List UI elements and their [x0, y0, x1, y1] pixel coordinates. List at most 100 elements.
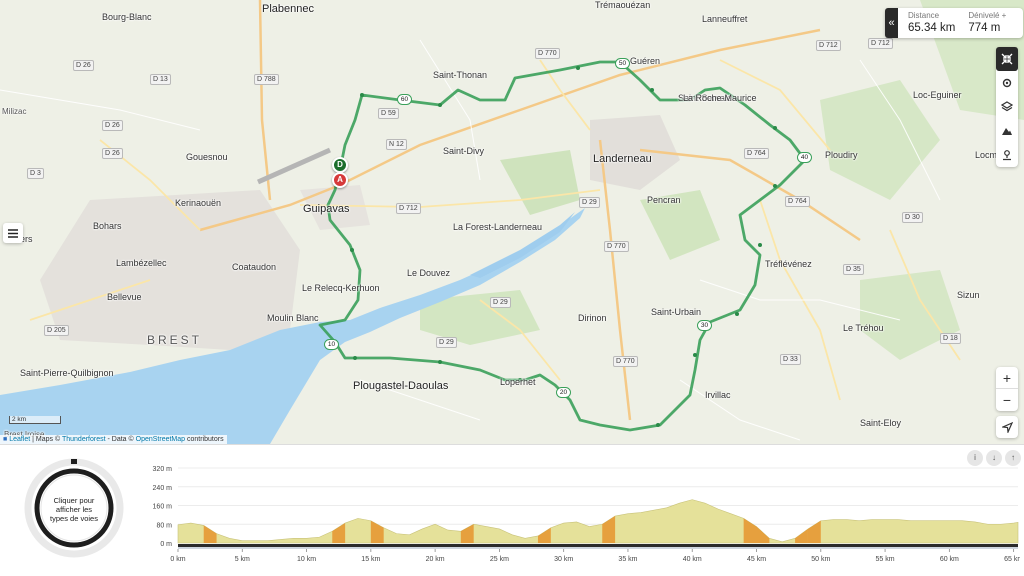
- place-label: Bohars: [93, 221, 122, 231]
- place-label: Saint-Eloy: [860, 418, 902, 428]
- road-label: D 29: [579, 197, 600, 208]
- road-label: D 13: [150, 74, 171, 85]
- map-attribution: ■ Leaflet | Maps © Thunderforest - Data …: [0, 435, 227, 444]
- elevation-label: Dénivelé +: [968, 11, 1007, 20]
- steep-segment: [460, 524, 474, 543]
- mountain-icon[interactable]: [996, 119, 1018, 143]
- x-tick-label: 30 km: [554, 556, 573, 563]
- place-label: Pencran: [647, 195, 681, 205]
- distance-stat: Distance 65.34 km: [898, 8, 960, 38]
- km-marker: 30: [697, 320, 712, 331]
- zoom-out-button[interactable]: −: [996, 389, 1018, 411]
- road-label: D 29: [436, 337, 457, 348]
- steep-segment: [537, 527, 551, 543]
- place-label: Loperhet: [500, 377, 536, 387]
- road-label: D 712: [816, 40, 841, 51]
- place-label: Loc-Eguiner: [913, 90, 962, 100]
- road-label: D 764: [744, 148, 769, 159]
- layers-icon[interactable]: [996, 95, 1018, 119]
- road-label: D 788: [254, 74, 279, 85]
- steep-segment: [743, 518, 757, 543]
- steep-segment: [332, 523, 346, 543]
- osm-link[interactable]: OpenStreetMap: [136, 436, 185, 443]
- x-tick-label: 55 km: [876, 556, 895, 563]
- route-stats-panel: « Distance 65.34 km Dénivelé + 774 m: [885, 8, 1023, 38]
- road-label: N 12: [386, 139, 407, 150]
- end-pin[interactable]: A: [332, 172, 348, 188]
- place-label: Guipavas: [303, 203, 350, 215]
- y-tick-label: 160 m: [153, 504, 173, 511]
- location-pin-icon[interactable]: [996, 143, 1018, 167]
- y-tick-label: 80 m: [156, 522, 172, 529]
- x-tick-label: 0 km: [170, 556, 185, 563]
- x-tick-label: 35 km: [618, 556, 637, 563]
- zoom-control: + −: [996, 367, 1018, 411]
- km-marker: 10: [324, 339, 339, 350]
- menu-button[interactable]: [3, 223, 23, 243]
- km-marker: 40: [797, 152, 812, 163]
- place-label: BREST: [147, 333, 203, 347]
- collapse-arrows-icon[interactable]: [996, 47, 1018, 71]
- place-label: Saint-Urbain: [651, 307, 702, 317]
- place-label: Milizac: [2, 107, 27, 116]
- navigation-arrow-icon: [1001, 421, 1013, 433]
- place-label: Kerinaouën: [175, 198, 222, 208]
- road-label: D 770: [604, 241, 629, 252]
- x-tick-label: 15 km: [361, 556, 380, 563]
- gear-icon[interactable]: [996, 71, 1018, 95]
- route-progress-bar: [178, 544, 1018, 547]
- attribution-tail: contributors: [185, 436, 224, 443]
- x-tick-label: 60 km: [940, 556, 959, 563]
- place-label: Le Relecq-Kerhuon: [302, 283, 380, 293]
- place-label: Ploudiry: [825, 150, 858, 160]
- zoom-in-button[interactable]: +: [996, 367, 1018, 389]
- distance-label: Distance: [908, 11, 940, 20]
- place-label: Moulin Blanc: [267, 313, 319, 323]
- elevation-value: 774 m: [968, 22, 1001, 34]
- x-tick-label: 5 km: [235, 556, 250, 563]
- elevation-chart[interactable]: 0 m 80 m 160 m 240 m 320 m 0 km 5 km 10 km 15 km…: [140, 463, 1020, 575]
- place-label: Sizun: [957, 290, 980, 300]
- map-view[interactable]: Plabennec Bourg-Blanc Saint-Thonan Guipavas…: [0, 0, 1024, 444]
- road-label: D 35: [843, 264, 864, 275]
- map-toolbar: [996, 47, 1018, 167]
- x-tick-label: 10 km: [297, 556, 316, 563]
- place-label: Saint-Thonan: [433, 70, 488, 80]
- attribution-sep1: | Maps ©: [30, 436, 62, 443]
- road-label: D 712: [396, 203, 421, 214]
- leaflet-link[interactable]: Leaflet: [9, 436, 30, 443]
- place-label: Coataudon: [232, 262, 277, 272]
- place-label: Le Douvez: [407, 268, 451, 278]
- km-marker: 60: [397, 94, 412, 105]
- thunderforest-link[interactable]: Thunderforest: [62, 436, 106, 443]
- road-label: D 33: [780, 354, 801, 365]
- place-label: Plabennec: [262, 3, 314, 15]
- distance-value: 65.34 km: [908, 22, 956, 34]
- place-label: Dirinon: [578, 313, 607, 323]
- start-pin[interactable]: D: [332, 157, 348, 173]
- place-label: Tréflévénez: [765, 259, 812, 269]
- scale-label: 2 km: [9, 416, 61, 424]
- place-label: Bellevue: [107, 292, 142, 302]
- road-label: D 205: [44, 325, 69, 336]
- place-label: Lambézellec: [116, 258, 167, 268]
- x-tick-label: 40 km: [683, 556, 702, 563]
- locate-button[interactable]: [996, 416, 1018, 438]
- road-types-hint[interactable]: Cliquer pour afficher les types de voies: [46, 496, 102, 523]
- place-label: Plougastel-Daoulas: [353, 380, 449, 392]
- x-tick-label: 45 km: [747, 556, 766, 563]
- steep-segment: [756, 526, 770, 543]
- x-tick-label: 65 km: [1004, 556, 1020, 563]
- place-label: Bourg-Blanc: [102, 12, 152, 22]
- road-label: D 59: [378, 108, 399, 119]
- place-label: La Roche-Maurice: [683, 93, 757, 103]
- place-label: Trémaouézan: [595, 0, 651, 10]
- elevation-stat: Dénivelé + 774 m: [960, 8, 1011, 38]
- road-label: D 26: [73, 60, 94, 71]
- double-chevron-left-icon[interactable]: «: [885, 8, 898, 38]
- road-label: D 18: [940, 333, 961, 344]
- km-marker: 50: [615, 58, 630, 69]
- km-marker: 20: [556, 387, 571, 398]
- steep-segment: [795, 528, 808, 543]
- place-label: Irvillac: [705, 390, 731, 400]
